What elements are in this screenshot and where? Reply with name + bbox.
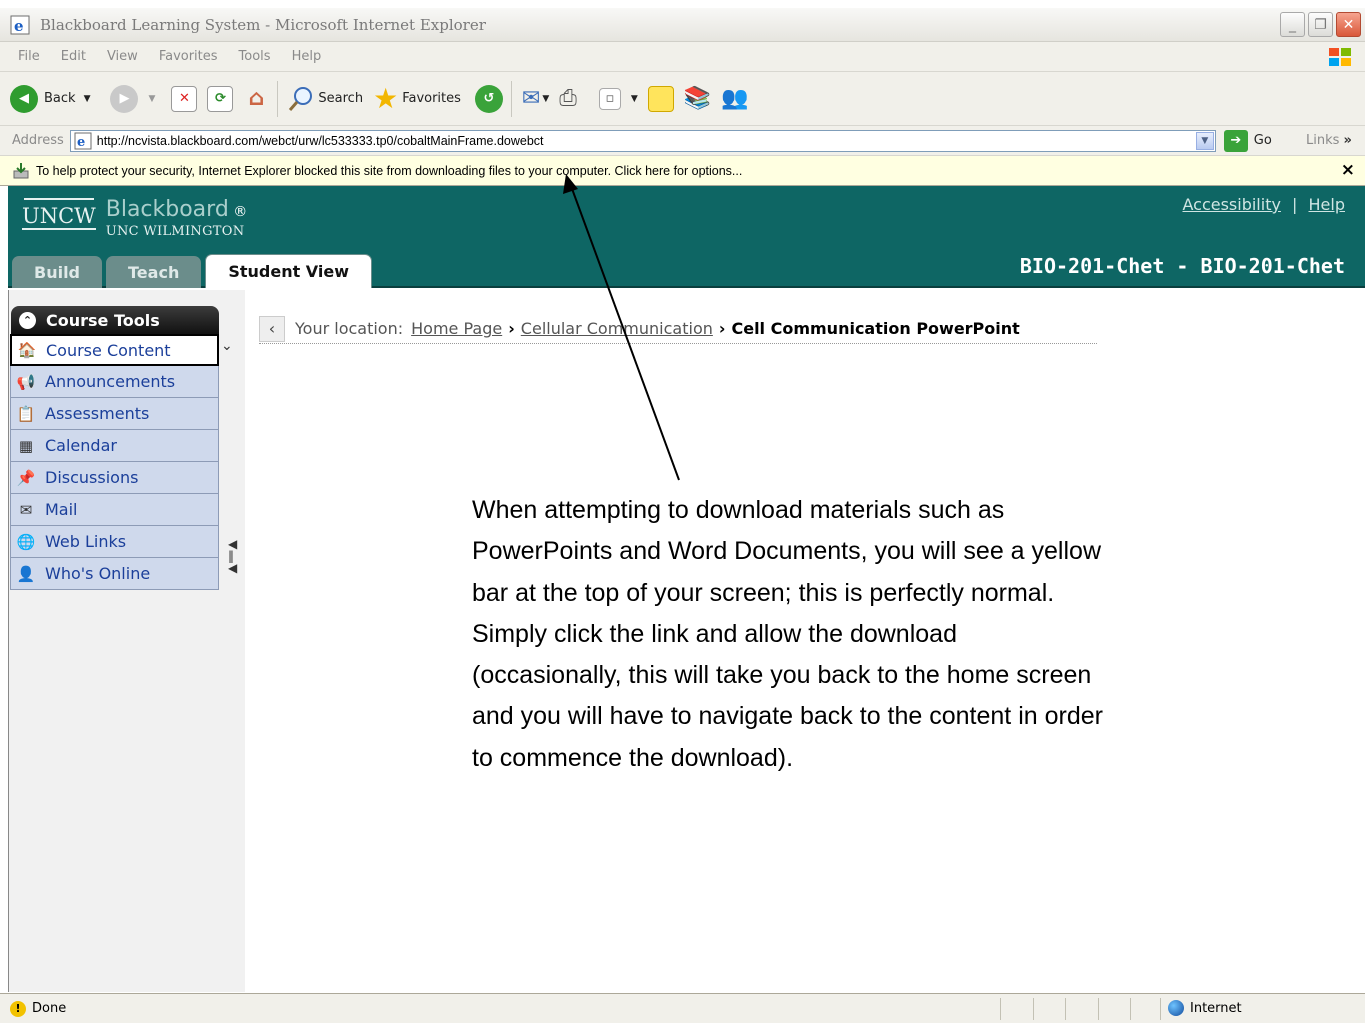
- status-divider: [1098, 998, 1099, 1020]
- globe-icon: [1168, 1000, 1184, 1016]
- warning-icon: !: [10, 1000, 26, 1017]
- status-divider: [1160, 998, 1161, 1020]
- status-divider: [1130, 998, 1131, 1020]
- status-divider: [1000, 998, 1001, 1020]
- status-divider: [1033, 998, 1034, 1020]
- status-text: Done: [32, 1001, 67, 1016]
- status-divider: [1065, 998, 1066, 1020]
- security-zone: Internet: [1168, 1000, 1242, 1016]
- status-done: ! Done: [10, 1000, 67, 1017]
- zone-label: Internet: [1190, 1000, 1242, 1016]
- status-bar: ! Done Internet: [0, 993, 1365, 1023]
- annotation-text: When attempting to download materials su…: [472, 496, 1103, 772]
